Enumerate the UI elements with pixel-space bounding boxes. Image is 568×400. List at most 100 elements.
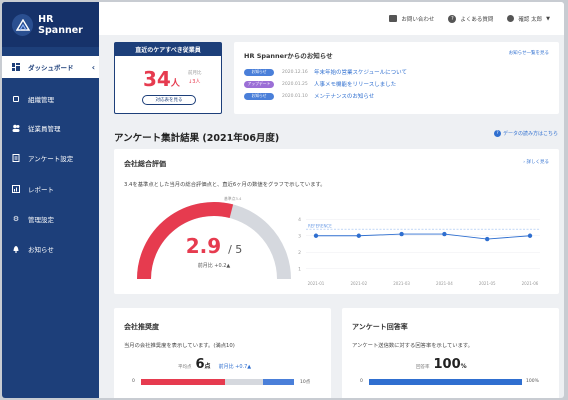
sidebar-item-label: 管理設定 xyxy=(28,216,54,224)
mail-icon xyxy=(389,15,398,22)
care-diff: ↓3人 xyxy=(188,79,201,85)
response-card: アンケート回答率 アンケート送信数に対する回答率を示しています。 回答率 100… xyxy=(342,308,559,398)
score-value: 2.9 / 5 xyxy=(185,234,243,258)
nps-title: 会社推奨度 xyxy=(124,323,159,331)
nps-average: 平均点 6点 前月比 +0.7▲ xyxy=(178,357,251,372)
news-link[interactable]: 人事メモ機能をリリースしました xyxy=(314,80,396,88)
care-count: 34人 xyxy=(143,67,180,91)
rate-label: 回答率 xyxy=(416,365,430,370)
evaluation-desc: 3.4を基準点とした当月の総合評価点と、直近6ヶ月の数値をグラフで示しています。 xyxy=(124,182,326,188)
clipboard-icon xyxy=(12,154,20,162)
response-bar-fill xyxy=(369,379,522,385)
news-item[interactable]: アップデート 2020.01.25 人事メモ機能をリリースしました xyxy=(244,80,396,88)
x-tick-label: 2021-03 xyxy=(393,281,410,286)
x-tick-label: 2021-04 xyxy=(436,281,453,286)
score-gauge: 基準点3.4 2.9 / 5 前月比 +0.2▲ xyxy=(134,196,294,285)
building-icon xyxy=(12,95,20,103)
sidebar-item-dashboard[interactable]: ダッシュボード ‹ xyxy=(2,56,99,78)
nps-min: 0 xyxy=(132,379,135,384)
care-card: 直近のケアすべき従業員 34人 前月比 ↓3人 対応表を見る xyxy=(114,42,222,114)
sidebar-item-survey-settings[interactable]: アンケート設定 xyxy=(2,147,99,169)
chevron-left-icon: ‹ xyxy=(91,62,95,72)
nps-bar-segment xyxy=(263,379,294,385)
sidebar-item-notifications[interactable]: お知らせ xyxy=(2,238,99,260)
chevron-down-icon: ▼ xyxy=(546,15,550,22)
question-icon: ? xyxy=(494,130,501,137)
y-tick-label: 2 xyxy=(298,250,301,256)
news-card: HR Spannerからのお知らせ お知らせ一覧を見る お知らせ 2020.12… xyxy=(234,42,559,114)
nps-value: 6点 xyxy=(195,357,211,372)
nps-bar-segment xyxy=(225,379,264,385)
x-tick-label: 2021-05 xyxy=(479,281,496,286)
y-tick-label: 3 xyxy=(298,233,301,239)
news-item[interactable]: お知らせ 2020.12.16 年末年始の営業スケジュールについて xyxy=(244,68,407,76)
user-name: 確認 太郎 xyxy=(518,16,543,23)
app-name: HR Spanner xyxy=(38,13,83,36)
sidebar-item-label: 従業員管理 xyxy=(28,125,61,133)
news-date: 2020.12.16 xyxy=(282,69,308,75)
nps-card: 会社推奨度 当月の会社推奨度を表示しています。(満点10) 平均点 6点 前月比… xyxy=(114,308,331,398)
nps-desc: 当月の会社推奨度を表示しています。(満点10) xyxy=(124,343,235,349)
data-point xyxy=(356,233,361,238)
y-tick-label: 1 xyxy=(298,266,301,272)
response-rate: 回答率 100% xyxy=(416,357,469,372)
howto-link[interactable]: ? データの読み方はこちら xyxy=(494,130,558,137)
data-point xyxy=(442,231,447,237)
contact-label: お問い合わせ xyxy=(401,16,435,23)
dashboard-icon xyxy=(12,63,20,71)
x-tick-label: 2021-06 xyxy=(522,281,539,286)
news-link[interactable]: メンテナンスのお知らせ xyxy=(314,92,374,100)
sidebar: HR Spanner ダッシュボード ‹ 組織管理 従業員管理 アンケート設定 … xyxy=(2,2,99,398)
news-badge: お知らせ xyxy=(244,68,274,76)
more-label: 詳しく見る xyxy=(526,160,550,165)
sidebar-item-organization[interactable]: 組織管理 xyxy=(2,88,99,110)
news-item[interactable]: お知らせ 2020.01.10 メンテナンスのお知らせ xyxy=(244,92,374,100)
howto-label: データの読み方はこちら xyxy=(503,131,559,137)
sidebar-item-label: ダッシュボード xyxy=(28,64,74,72)
data-point xyxy=(485,236,490,242)
chevron-right-icon: › xyxy=(523,160,526,165)
evaluation-card: 会社総合評価 › 詳しく見る 3.4を基準点とした当月の総合評価点と、直近6ヶ月… xyxy=(114,149,559,294)
gear-icon: ⚙ xyxy=(12,215,20,223)
user-menu[interactable]: 確認 太郎 ▼ xyxy=(507,15,550,23)
response-value: 100% xyxy=(433,357,467,372)
news-date: 2020.01.10 xyxy=(282,93,308,99)
top-bar: お問い合わせ ? よくある質問 確認 太郎 ▼ xyxy=(99,2,564,35)
x-tick-label: 2021-02 xyxy=(350,281,367,286)
sidebar-item-employees[interactable]: 従業員管理 xyxy=(2,117,99,139)
evaluation-more-link[interactable]: › 詳しく見る xyxy=(523,159,549,165)
care-list-button[interactable]: 対応表を見る xyxy=(142,95,196,105)
app-window: HR Spanner ダッシュボード ‹ 組織管理 従業員管理 アンケート設定 … xyxy=(2,2,564,398)
score-compare: 前月比 +0.2▲ xyxy=(197,263,231,269)
response-bar xyxy=(369,379,522,385)
standard-label: 基準点3.4 xyxy=(224,196,242,201)
faq-link[interactable]: ? よくある質問 xyxy=(448,14,494,23)
nps-bar-segment xyxy=(141,379,226,385)
survey-title: アンケート集計結果 (2021年06月度) xyxy=(114,133,280,144)
news-badge: お知らせ xyxy=(244,92,274,100)
reference-label: REFERENCE xyxy=(308,224,332,229)
faq-label: よくある質問 xyxy=(460,16,494,23)
response-title: アンケート回答率 xyxy=(352,323,408,331)
sidebar-item-label: お知らせ xyxy=(28,246,54,254)
news-link[interactable]: 年末年始の営業スケジュールについて xyxy=(314,68,407,76)
sidebar-item-reports[interactable]: レポート xyxy=(2,178,99,200)
logo[interactable]: HR Spanner xyxy=(2,2,99,47)
data-point xyxy=(399,231,404,237)
data-point xyxy=(527,233,533,238)
news-date: 2020.01.25 xyxy=(282,81,308,87)
news-badge: アップデート xyxy=(244,80,274,88)
contact-link[interactable]: お問い合わせ xyxy=(389,15,434,23)
question-icon: ? xyxy=(448,14,457,23)
sidebar-item-admin-settings[interactable]: ⚙ 管理設定 xyxy=(2,208,99,230)
logo-icon xyxy=(12,13,34,36)
response-desc: アンケート送信数に対する回答率を示しています。 xyxy=(352,343,473,349)
series-line xyxy=(316,233,531,240)
y-tick-label: 4 xyxy=(298,217,301,223)
news-all-link[interactable]: お知らせ一覧を見る xyxy=(509,50,549,56)
trend-line-chart: 4 3 2 1 REFERENCE 2021-01 2021-02 2021-03 2021-0… xyxy=(298,217,540,286)
response-max: 100% xyxy=(526,379,539,384)
report-icon xyxy=(12,185,20,193)
avg-label: 平均点 xyxy=(178,365,192,370)
bell-icon xyxy=(12,245,20,253)
